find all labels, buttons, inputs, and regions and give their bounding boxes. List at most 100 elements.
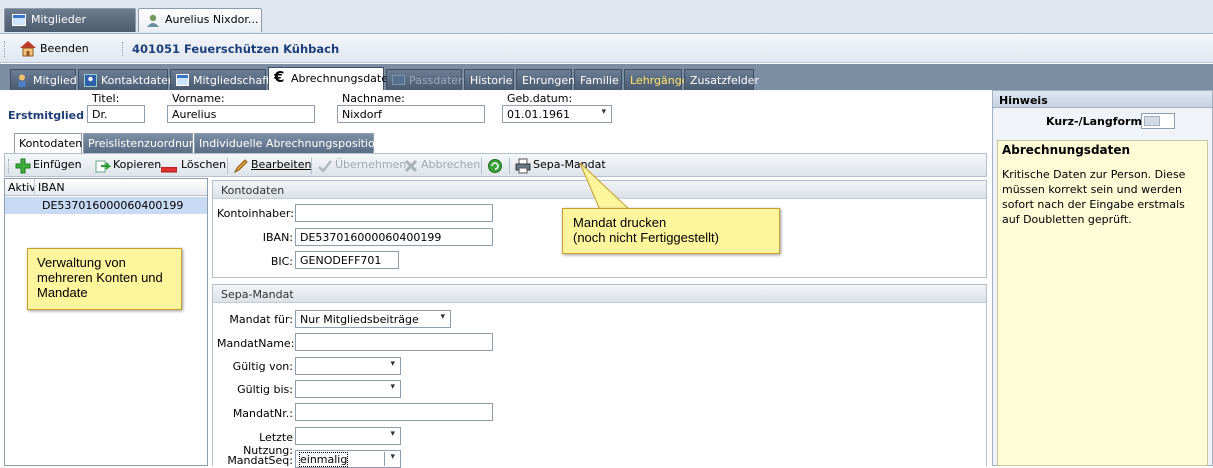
chevron-down-icon[interactable]: ▾ bbox=[390, 452, 395, 462]
gueltig-bis-field[interactable]: ▾ bbox=[295, 380, 401, 398]
x-icon bbox=[403, 158, 419, 177]
grip-handle bbox=[8, 159, 10, 173]
grid-header: Aktiv IBAN bbox=[5, 179, 207, 196]
tab-ehrungen[interactable]: Ehrungen bbox=[516, 69, 575, 90]
chevron-down-icon[interactable]: ▾ bbox=[390, 359, 395, 369]
geb-datum-label: Geb.datum: bbox=[507, 92, 573, 105]
doc-tab-member[interactable]: Aurelius Nixdor... × bbox=[138, 8, 262, 32]
mandat-nr-field[interactable] bbox=[295, 403, 493, 421]
callout-mandat-drucken: Mandat drucken (noch nicht Fertiggestell… bbox=[562, 208, 780, 254]
document-tab-bar: Mitglieder Aurelius Nixdor... × bbox=[0, 0, 1213, 34]
iban-field[interactable]: DE537016000060400199 bbox=[295, 228, 493, 246]
main-tab-bar: Mitglied Kontaktdaten Mitgliedschaft € A… bbox=[0, 64, 1213, 90]
home-icon bbox=[18, 39, 38, 60]
refresh-button[interactable] bbox=[487, 158, 503, 174]
window-icon bbox=[176, 74, 189, 89]
tab-passdaten[interactable]: Passdaten bbox=[386, 69, 465, 90]
hinweis-note: Abrechnungsdaten Kritische Daten zur Per… bbox=[997, 140, 1208, 466]
printer-icon bbox=[515, 158, 531, 177]
tab-historie[interactable]: Historie bbox=[464, 69, 514, 90]
mandat-seq-select[interactable]: einmalig ▾ bbox=[295, 450, 401, 468]
tab-zusatzfelder[interactable]: Zusatzfelder bbox=[684, 69, 759, 90]
kontoinhaber-field[interactable] bbox=[295, 204, 493, 222]
record-title: 401051 Feuerschützen Kühbach bbox=[132, 42, 340, 56]
gueltig-von-label: Gültig von: bbox=[232, 360, 293, 373]
iban-label: IBAN: bbox=[262, 231, 293, 244]
table-row[interactable]: DE537016000060400199 bbox=[5, 197, 207, 214]
titel-label: Titel: bbox=[92, 92, 120, 105]
column-header-iban[interactable]: IBAN bbox=[38, 181, 65, 194]
note-text: Kritische Daten zur Person. Diese müssen… bbox=[1002, 168, 1186, 226]
mandat-name-field[interactable] bbox=[295, 333, 493, 351]
bic-field[interactable]: GENODEFF701 bbox=[295, 251, 399, 269]
gueltig-von-field[interactable]: ▾ bbox=[295, 357, 401, 375]
letzte-nutzung-field[interactable]: ▾ bbox=[295, 427, 401, 445]
bic-label: BIC: bbox=[270, 255, 293, 268]
copy-icon bbox=[95, 158, 112, 177]
person-icon bbox=[16, 74, 28, 90]
kontoinhaber-label: Kontoinhaber: bbox=[217, 207, 294, 220]
cancel-button[interactable]: Abbrechen bbox=[403, 158, 481, 174]
kontodaten-toolbar: Einfügen Kopieren Löschen Bearbeiten Übe… bbox=[4, 153, 987, 177]
doc-tab-mitglieder[interactable]: Mitglieder bbox=[4, 8, 136, 32]
sepa-mandat-panel: Sepa-Mandat Mandat für: Nur Mitgliedsbei… bbox=[212, 284, 987, 468]
gueltig-bis-label: Gültig bis: bbox=[237, 383, 293, 396]
tab-kontaktdaten[interactable]: Kontaktdaten bbox=[78, 69, 175, 90]
note-title: Abrechnungsdaten bbox=[1002, 143, 1131, 157]
mandat-seq-label: MandatSeq: bbox=[227, 454, 293, 467]
callout-konten-mandate: Verwaltung von mehreren Konten und Manda… bbox=[27, 248, 182, 310]
tab-mitgliedschaft[interactable]: Mitgliedschaft bbox=[170, 69, 270, 90]
mandat-fuer-select[interactable]: Nur Mitgliedsbeiträge ▾ bbox=[295, 310, 451, 328]
doc-tab-label: Aurelius Nixdor... bbox=[165, 13, 259, 26]
nachname-label: Nachname: bbox=[342, 92, 405, 105]
chevron-down-icon[interactable]: ▾ bbox=[390, 429, 395, 439]
titel-field[interactable]: Dr. bbox=[87, 105, 145, 123]
refresh-icon bbox=[487, 158, 503, 177]
hinweis-title: Hinweis bbox=[992, 90, 1213, 108]
checkmark-icon bbox=[317, 158, 333, 177]
toolbar-separator bbox=[122, 42, 123, 56]
tab-familie[interactable]: Familie bbox=[574, 69, 622, 90]
chevron-down-icon[interactable]: ▾ bbox=[440, 312, 445, 322]
subtab-kontodaten[interactable]: Kontodaten bbox=[14, 133, 82, 153]
toolbar-separator bbox=[481, 158, 482, 174]
chevron-down-icon[interactable]: ▾ bbox=[390, 382, 395, 392]
member-status: Erstmitglied bbox=[8, 109, 84, 122]
chevron-down-icon[interactable]: ▾ bbox=[601, 107, 606, 117]
doc-tab-label: Mitglieder bbox=[31, 13, 86, 26]
kurz-langform-label: Kurz-/Langform bbox=[1046, 115, 1142, 128]
apply-button[interactable]: Übernehmen bbox=[317, 158, 406, 177]
grip-handle bbox=[4, 41, 6, 57]
column-header-aktiv[interactable]: Aktiv bbox=[8, 181, 36, 194]
kurz-langform-toggle[interactable] bbox=[1141, 113, 1175, 129]
geb-datum-field[interactable]: 01.01.1961 ▾ bbox=[502, 105, 612, 123]
tab-mitglied[interactable]: Mitglied bbox=[10, 69, 77, 90]
plus-icon bbox=[15, 158, 31, 177]
subtab-preislistenzuordnung[interactable]: Preislistenzuordnung bbox=[83, 133, 203, 153]
mandat-nr-label: MandatNr.: bbox=[232, 407, 293, 420]
id-card-icon bbox=[392, 74, 405, 89]
callout-line: Mandat drucken bbox=[573, 215, 667, 230]
tab-lehrgaenge[interactable]: Lehrgänge bbox=[624, 69, 688, 90]
record-header: Beenden 401051 Feuerschützen Kühbach bbox=[0, 34, 1213, 63]
toolbar-separator bbox=[509, 158, 510, 174]
vorname-label: Vorname: bbox=[172, 92, 225, 105]
nachname-field[interactable]: Nixdorf bbox=[337, 105, 485, 123]
tab-abrechnungsdaten[interactable]: € Abrechnungsdaten bbox=[268, 67, 395, 90]
user-icon bbox=[146, 14, 160, 30]
edit-button[interactable]: Bearbeiten bbox=[233, 158, 313, 174]
panel-title: Sepa-Mandat bbox=[213, 285, 986, 303]
copy-button[interactable]: Kopieren bbox=[95, 158, 163, 174]
mandat-name-label: MandatName: bbox=[217, 337, 295, 350]
mandat-fuer-label: Mandat für: bbox=[229, 313, 293, 326]
contact-card-icon bbox=[84, 74, 97, 90]
toggle-knob bbox=[1144, 116, 1160, 126]
delete-button[interactable]: Löschen bbox=[160, 158, 226, 174]
subtab-individuelle-positionen[interactable]: Individuelle Abrechnungspositionen bbox=[194, 133, 395, 153]
vorname-field[interactable]: Aurelius bbox=[167, 105, 315, 123]
callout-line: (noch nicht Fertiggestellt) bbox=[573, 230, 719, 245]
exit-button[interactable]: Beenden bbox=[14, 39, 93, 59]
insert-button[interactable]: Einfügen bbox=[15, 158, 85, 174]
row-iban: DE537016000060400199 bbox=[42, 199, 184, 212]
toolbar-separator bbox=[227, 158, 228, 174]
